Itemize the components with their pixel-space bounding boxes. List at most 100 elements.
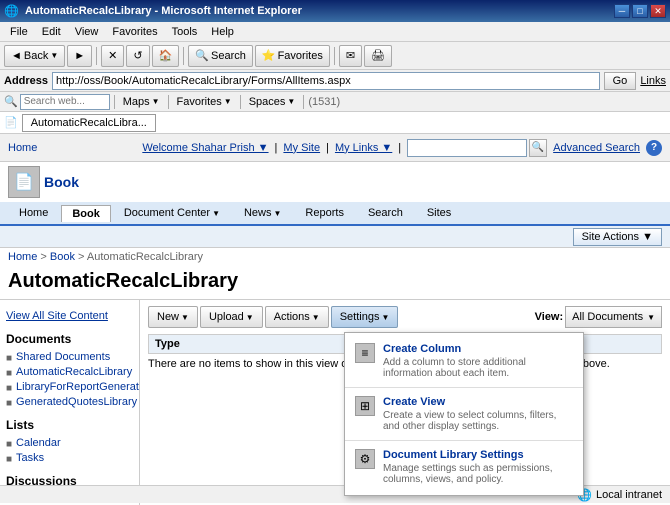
calendar-link[interactable]: ■ Calendar (6, 436, 133, 451)
menu-tools[interactable]: Tools (166, 24, 204, 40)
maps-link[interactable]: Maps ▼ (119, 95, 164, 109)
window-controls: ─ □ ✕ (614, 4, 666, 18)
minimize-button[interactable]: ─ (614, 4, 630, 18)
sp-search-input[interactable] (407, 139, 527, 157)
new-tab-icon[interactable]: 📄 (4, 116, 18, 129)
nav-document-center[interactable]: Document Center ▼ (113, 204, 231, 222)
breadcrumb-sep-1: > (40, 251, 49, 263)
menu-help[interactable]: Help (205, 24, 240, 40)
counter-badge: (1531) (308, 96, 340, 108)
back-dropdown-icon: ▼ (50, 51, 58, 60)
create-view-item[interactable]: ⊞ Create View Create a view to select co… (345, 390, 583, 438)
favorites-toolbar-button[interactable]: ⭐ Favorites (255, 45, 330, 67)
search-toolbar-icon: 🔍 (195, 49, 209, 62)
breadcrumb: Home > Book > AutomaticRecalcLibrary (0, 248, 670, 266)
stop-button[interactable]: ✕ (101, 45, 124, 67)
view-all-site-content[interactable]: View All Site Content (6, 308, 133, 324)
menu-view[interactable]: View (69, 24, 105, 40)
sp-search-button[interactable]: 🔍 (529, 139, 547, 157)
nav-reports[interactable]: Reports (294, 204, 355, 222)
forward-arrow-icon: ► (74, 50, 85, 62)
nav-book[interactable]: Book (61, 205, 111, 222)
lists-section-title: Lists (6, 418, 133, 432)
bullet-icon-3: ■ (6, 383, 12, 394)
window-title: AutomaticRecalcLibrary - Microsoft Inter… (25, 5, 302, 17)
home-browser-button[interactable]: 🏠 (152, 45, 180, 67)
back-arrow-icon: ◄ (11, 50, 22, 62)
help-button[interactable]: ? (646, 140, 662, 156)
doc-library-settings-icon: ⚙ (355, 449, 375, 469)
favorites-arrow-icon: ▼ (224, 97, 232, 106)
site-actions-button[interactable]: Site Actions ▼ (573, 228, 662, 246)
links-label[interactable]: Links (640, 75, 666, 87)
links-sep-3 (240, 95, 241, 109)
nav-home[interactable]: Home (8, 204, 59, 222)
header-sep-3: | (398, 142, 401, 154)
go-button[interactable]: Go (604, 72, 637, 90)
my-links-link[interactable]: My Links ▼ (335, 142, 392, 154)
home-breadcrumb-link[interactable]: Home (8, 142, 37, 154)
settings-button[interactable]: Settings ▼ (331, 306, 399, 328)
search-toolbar-button[interactable]: 🔍 Search (188, 45, 253, 67)
menu-edit[interactable]: Edit (36, 24, 67, 40)
library-report-gen-link[interactable]: ■ LibraryForReportGeneration (6, 380, 133, 395)
tasks-link[interactable]: ■ Tasks (6, 451, 133, 466)
new-button[interactable]: New ▼ (148, 306, 198, 328)
maximize-button[interactable]: □ (632, 4, 648, 18)
welcome-text[interactable]: Welcome Shahar Prish ▼ (142, 142, 268, 154)
print-button[interactable]: 🖨 (364, 45, 392, 67)
breadcrumb-book[interactable]: Book (50, 251, 75, 263)
links-sep-1 (114, 95, 115, 109)
header-sep-2: | (326, 142, 329, 154)
menu-favorites[interactable]: Favorites (106, 24, 163, 40)
breadcrumb-current: AutomaticRecalcLibrary (87, 251, 203, 263)
advanced-search-link[interactable]: Advanced Search (553, 142, 640, 154)
site-actions-bar: Site Actions ▼ (0, 226, 670, 248)
address-bar: Address Go Links (0, 70, 670, 92)
bullet-icon-4: ■ (6, 398, 12, 409)
page-title: AutomaticRecalcLibrary (0, 266, 670, 300)
settings-arrow-icon: ▼ (381, 313, 389, 322)
doc-center-arrow-icon: ▼ (212, 209, 220, 218)
toolbar-separator (96, 47, 97, 65)
menu-file[interactable]: File (4, 24, 34, 40)
doc-library-settings-item[interactable]: ⚙ Document Library Settings Manage setti… (345, 443, 583, 491)
favorites-link[interactable]: Favorites ▼ (173, 95, 236, 109)
forward-button[interactable]: ► (67, 45, 92, 67)
nav-sites[interactable]: Sites (416, 204, 462, 222)
list-toolbar: New ▼ Upload ▼ Actions ▼ Settings ▼ View… (148, 306, 662, 328)
actions-button[interactable]: Actions ▼ (265, 306, 329, 328)
back-button[interactable]: ◄ Back ▼ (4, 45, 65, 67)
shared-documents-link[interactable]: ■ Shared Documents (6, 350, 133, 365)
upload-arrow-icon: ▼ (246, 313, 254, 322)
view-arrow-icon: ▼ (647, 313, 655, 322)
bullet-icon-6: ■ (6, 454, 12, 465)
spaces-link[interactable]: Spaces ▼ (245, 95, 300, 109)
bullet-icon-2: ■ (6, 368, 12, 379)
spaces-arrow-icon: ▼ (287, 97, 295, 106)
bullet-icon-1: ■ (6, 353, 12, 364)
address-input[interactable] (52, 72, 600, 90)
toolbar-separator-2 (183, 47, 184, 65)
site-navigation: Home Book Document Center ▼ News ▼ Repor… (0, 202, 670, 226)
bullet-icon-5: ■ (6, 439, 12, 450)
web-search-input[interactable] (20, 94, 110, 110)
close-button[interactable]: ✕ (650, 4, 666, 18)
nav-news[interactable]: News ▼ (233, 204, 292, 222)
upload-button[interactable]: Upload ▼ (200, 306, 263, 328)
generated-quotes-link[interactable]: ■ GeneratedQuotesLibrary (6, 395, 133, 410)
sp-search-area: 🔍 (407, 139, 547, 157)
nav-search[interactable]: Search (357, 204, 414, 222)
fav-tab[interactable]: AutomaticRecalcLibra... (22, 114, 156, 132)
star-icon: ⭐ (262, 49, 276, 62)
mail-button[interactable]: ✉ (339, 45, 362, 67)
header-sep-1: | (275, 142, 278, 154)
auto-recalc-library-link[interactable]: ■ AutomaticRecalcLibrary (6, 365, 133, 380)
links-sep-2 (168, 95, 169, 109)
create-view-desc: Create a view to select columns, filters… (383, 410, 573, 432)
refresh-button[interactable]: ↺ (126, 45, 149, 67)
my-site-link[interactable]: My Site (283, 142, 320, 154)
view-selector[interactable]: All Documents ▼ (565, 306, 662, 328)
create-column-item[interactable]: ≡ Create Column Add a column to store ad… (345, 337, 583, 385)
breadcrumb-home[interactable]: Home (8, 251, 37, 263)
